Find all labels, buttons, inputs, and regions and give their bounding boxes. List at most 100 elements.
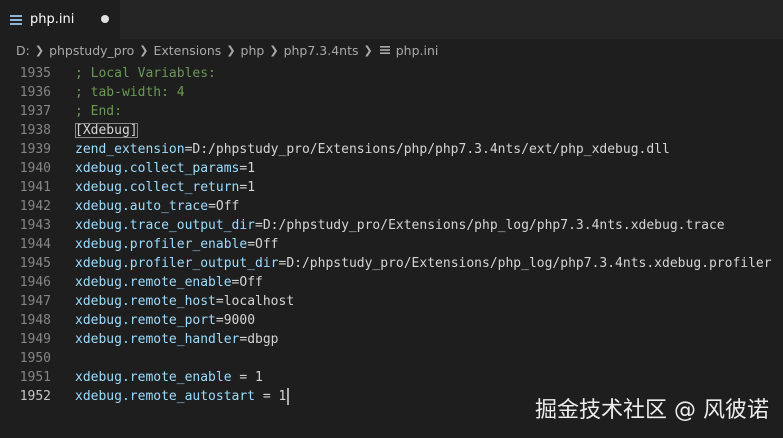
line-number: 1948: [19, 313, 51, 328]
line-content: xdebug.remote_port=9000: [51, 313, 255, 328]
config-value: localhost: [223, 294, 295, 309]
config-key: xdebug.remote_handler: [75, 332, 240, 347]
line-content: xdebug.remote_host=localhost: [51, 294, 294, 309]
config-value: 9000: [223, 313, 256, 328]
config-key: xdebug.profiler_output_dir: [75, 256, 279, 271]
code-line[interactable]: 1945 xdebug.profiler_output_dir=D:/phpstu…: [0, 254, 783, 273]
comment-text: ; tab-width: 4: [75, 85, 185, 100]
code-line[interactable]: 1947 xdebug.remote_host=localhost: [0, 292, 783, 311]
code-line[interactable]: 1941 xdebug.collect_return=1: [0, 178, 783, 197]
line-number: 1938: [19, 123, 51, 138]
line-number: 1941: [19, 180, 51, 195]
config-key: xdebug.remote_port: [75, 313, 216, 328]
comment-text: ; Local Variables:: [75, 66, 216, 81]
code-line[interactable]: 1946 xdebug.remote_enable=Off: [0, 273, 783, 292]
config-value: D:/phpstudy_pro/Extensions/php/php7.3.4n…: [192, 142, 670, 157]
line-content: ; Local Variables:: [51, 66, 216, 81]
config-key: xdebug.remote_autostart: [75, 389, 256, 404]
equals-sign: =: [215, 294, 224, 309]
code-line[interactable]: 1950: [0, 349, 783, 368]
line-content: ; End:: [51, 104, 122, 119]
tab-label: php.ini: [30, 12, 75, 27]
line-number: 1945: [19, 256, 51, 271]
equals-sign: =: [208, 199, 216, 214]
line-content: xdebug.auto_trace=Off: [51, 199, 239, 214]
config-value: Off: [215, 199, 240, 214]
code-line[interactable]: 1949 xdebug.remote_handler=dbgp: [0, 330, 783, 349]
config-value: 1: [247, 161, 256, 176]
config-key: zend_extension: [75, 142, 185, 157]
code-line[interactable]: 1937 ; End:: [0, 102, 783, 121]
code-line[interactable]: 1935 ; Local Variables:: [0, 64, 783, 83]
line-number: 1940: [19, 161, 51, 176]
config-value: 1: [255, 370, 263, 385]
editor-window: php.ini D: ❯ phpstudy_pro ❯ Extensions ❯…: [0, 0, 783, 438]
line-number: 1947: [19, 294, 51, 309]
tab-bar: php.ini: [0, 0, 783, 39]
code-line[interactable]: 1940 xdebug.collect_params=1: [0, 159, 783, 178]
line-number: 1937: [19, 104, 51, 119]
breadcrumb-item-phpstudy[interactable]: phpstudy_pro: [49, 43, 134, 58]
code-line[interactable]: 1936 ; tab-width: 4: [0, 83, 783, 102]
code-line[interactable]: 1939 zend_extension=D:/phpstudy_pro/Exten…: [0, 140, 783, 159]
code-editor[interactable]: 1935 ; Local Variables: 1936 ; tab-width: 4…: [0, 64, 783, 438]
chevron-right-icon: ❯: [34, 43, 45, 57]
equals-sign: =: [255, 218, 263, 233]
equals-sign: =: [255, 389, 279, 404]
line-content: xdebug.profiler_output_dir=D:/phpstudy_p…: [51, 256, 772, 271]
code-line[interactable]: 1942 xdebug.auto_trace=Off: [0, 197, 783, 216]
line-content: zend_extension=D:/phpstudy_pro/Extension…: [51, 142, 670, 157]
comment-text: ; End:: [75, 104, 122, 119]
breadcrumb-item-drive[interactable]: D:: [16, 43, 30, 58]
line-content: xdebug.profiler_enable=Off: [51, 237, 279, 252]
line-number: 1951: [19, 370, 51, 385]
unsaved-dot-icon[interactable]: [101, 15, 109, 23]
text-cursor: [287, 388, 290, 405]
code-line[interactable]: 1943 xdebug.trace_output_dir=D:/phpstudy_…: [0, 216, 783, 235]
line-content: xdebug.collect_params=1: [51, 161, 255, 176]
settings-file-icon: [378, 43, 392, 57]
chevron-right-icon: ❯: [363, 43, 373, 57]
line-number: 1935: [19, 66, 51, 81]
breadcrumb-item-extensions[interactable]: Extensions: [153, 43, 221, 58]
chevron-right-icon: ❯: [226, 43, 236, 57]
config-value: 1: [278, 389, 287, 404]
code-line[interactable]: 1944 xdebug.profiler_enable=Off: [0, 235, 783, 254]
config-key: xdebug.remote_host: [75, 294, 216, 309]
breadcrumb: D: ❯ phpstudy_pro ❯ Extensions ❯ php ❯ p…: [0, 39, 783, 61]
equals-sign: =: [247, 237, 256, 252]
config-value: Off: [239, 275, 263, 290]
line-number: 1944: [19, 237, 51, 252]
line-number: 1936: [19, 85, 51, 100]
line-number: 1942: [19, 199, 51, 214]
config-key: xdebug.collect_params: [75, 161, 240, 176]
line-content: ; tab-width: 4: [51, 85, 185, 100]
equals-sign: =: [231, 370, 256, 385]
equals-sign: =: [215, 313, 224, 328]
breadcrumb-item-php[interactable]: php: [241, 43, 265, 58]
line-number: 1946: [19, 275, 51, 290]
config-key: xdebug.auto_trace: [75, 199, 209, 214]
config-key: xdebug.trace_output_dir: [75, 218, 256, 233]
line-content: xdebug.remote_autostart = 1: [51, 388, 290, 405]
line-number: 1939: [19, 142, 51, 157]
line-content: xdebug.collect_return=1: [51, 180, 255, 195]
tab-php-ini[interactable]: php.ini: [0, 0, 120, 39]
line-number: 1949: [19, 332, 51, 347]
config-value: D:/phpstudy_pro/Extensions/php_log/php7.…: [262, 218, 725, 233]
breadcrumb-item-php-version[interactable]: php7.3.4nts: [284, 43, 359, 58]
chevron-right-icon: ❯: [139, 43, 149, 57]
config-value: 1: [247, 180, 256, 195]
line-content: xdebug.trace_output_dir=D:/phpstudy_pro/…: [51, 218, 725, 233]
code-line[interactable]: 1951 xdebug.remote_enable = 1: [0, 368, 783, 387]
config-key: xdebug.profiler_enable: [75, 237, 248, 252]
settings-file-icon: [8, 12, 24, 28]
config-key: xdebug.remote_enable: [75, 275, 232, 290]
breadcrumb-item-file[interactable]: php.ini: [396, 43, 439, 58]
code-line[interactable]: 1948 xdebug.remote_port=9000: [0, 311, 783, 330]
config-value: D:/phpstudy_pro/Extensions/php_log/php7.…: [286, 256, 772, 271]
config-key: xdebug.remote_enable: [75, 370, 232, 385]
config-key: xdebug.collect_return: [75, 180, 240, 195]
code-line[interactable]: 1938 [Xdebug]: [0, 121, 783, 140]
line-number: 1950: [19, 351, 51, 366]
